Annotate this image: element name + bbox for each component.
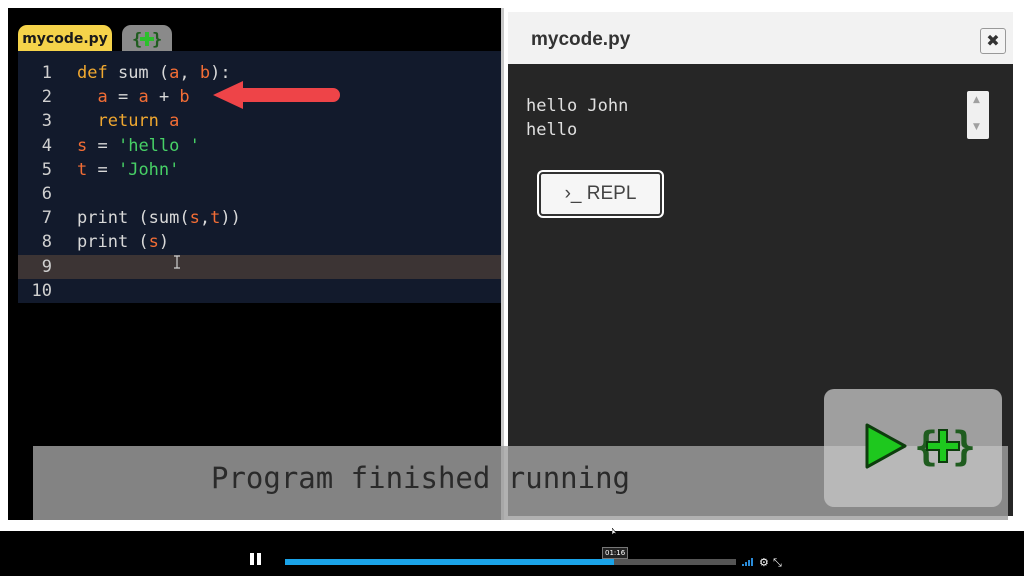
red-arrow-annotation	[213, 81, 340, 109]
line-number: 4	[41, 135, 52, 156]
code-line[interactable]: 10	[18, 279, 508, 303]
code-line[interactable]: 8 print (s)	[18, 230, 508, 254]
code-text: print (sum(s,t))	[77, 206, 241, 230]
code-text: print (s)	[77, 230, 169, 254]
code-token: a	[169, 111, 180, 132]
code-token: s	[148, 232, 159, 253]
line-number: 6	[41, 184, 52, 204]
code-token: a	[169, 63, 180, 83]
output-scrollbar[interactable]: ▲ ▼	[967, 91, 989, 139]
line-number: 9	[41, 256, 52, 277]
progress-bar[interactable]	[285, 559, 736, 565]
line-number: 1	[41, 63, 52, 83]
code-token: b	[199, 63, 211, 83]
progress-fill	[285, 559, 615, 565]
settings-icon[interactable]: ⚙	[759, 556, 769, 569]
code-token: def	[77, 63, 108, 83]
video-player-controls: 01:16 ⚙ ⤡	[0, 531, 1024, 576]
output-panel-title: mycode.py	[531, 29, 631, 50]
code-text: return a	[77, 109, 179, 133]
scroll-down-icon[interactable]: ▼	[973, 122, 980, 132]
code-line[interactable]: 3 return a	[18, 109, 508, 133]
code-token: return	[97, 111, 159, 132]
plus-in-braces-icon: { }	[132, 30, 162, 49]
tab-mycode-py[interactable]: mycode.py	[18, 25, 112, 51]
code-text: s = 'hello '	[77, 134, 200, 158]
code-token: print (	[77, 232, 149, 253]
repl-button[interactable]: ›_ REPL	[539, 172, 662, 216]
code-token: =	[87, 159, 118, 180]
status-message: Program finished running	[210, 461, 631, 495]
pause-button[interactable]	[250, 553, 262, 567]
line-number: 8	[41, 232, 52, 253]
code-token: ))	[220, 208, 241, 229]
program-output: hello John hello	[526, 96, 629, 140]
code-token: t	[210, 208, 221, 229]
code-token: a	[97, 87, 108, 108]
code-token: )	[158, 232, 170, 253]
code-token: a	[138, 87, 149, 108]
close-icon: ✖	[986, 31, 1000, 50]
code-line[interactable]: 7 print (sum(s,t))	[18, 206, 508, 230]
code-line[interactable]: 9	[18, 254, 508, 279]
code-token: s	[189, 208, 200, 229]
code-token: ,	[199, 208, 211, 229]
code-token: ,	[179, 63, 200, 83]
add-tab-button[interactable]: { }	[122, 25, 172, 51]
scroll-up-icon[interactable]: ▲	[973, 95, 980, 105]
code-token: +	[148, 87, 180, 108]
code-token: print (sum(	[77, 208, 190, 229]
code-token: sum (	[107, 63, 170, 83]
fullscreen-icon[interactable]: ⤡	[773, 556, 782, 570]
video-frame: mycode.py { } 1 def sum (a, b): 2 a = a + …	[8, 8, 1015, 520]
play-icon	[865, 423, 907, 469]
code-token: 'John'	[117, 159, 180, 180]
output-panel-header: mycode.py ✖	[508, 12, 1013, 64]
code-text: a = a + b	[77, 85, 190, 109]
close-button[interactable]: ✖	[980, 28, 1006, 54]
code-text: t = 'John'	[77, 158, 179, 182]
time-tooltip: 01:16	[602, 547, 629, 559]
code-line[interactable]: 4 s = 'hello '	[18, 134, 508, 158]
code-text: def sum (a, b):	[77, 61, 231, 85]
text-cursor-icon	[174, 255, 180, 269]
code-token: =	[87, 135, 118, 156]
line-number: 7	[41, 208, 52, 229]
code-token: s	[77, 135, 88, 156]
run-button[interactable]: { }	[824, 389, 1002, 507]
code-line[interactable]: 5 t = 'John'	[18, 158, 508, 182]
code-line[interactable]: 6	[18, 182, 508, 206]
line-number: 10	[31, 280, 52, 301]
line-number: 5	[41, 159, 52, 180]
plus-in-braces-icon: { }	[914, 424, 976, 468]
code-token: t	[77, 159, 88, 180]
code-token: =	[107, 87, 139, 108]
code-token: b	[179, 87, 190, 108]
line-number: 3	[41, 111, 52, 132]
line-number: 2	[41, 87, 52, 108]
volume-icon[interactable]	[742, 557, 755, 566]
mouse-pointer-icon	[612, 528, 618, 536]
code-token: 'hello '	[117, 135, 200, 156]
